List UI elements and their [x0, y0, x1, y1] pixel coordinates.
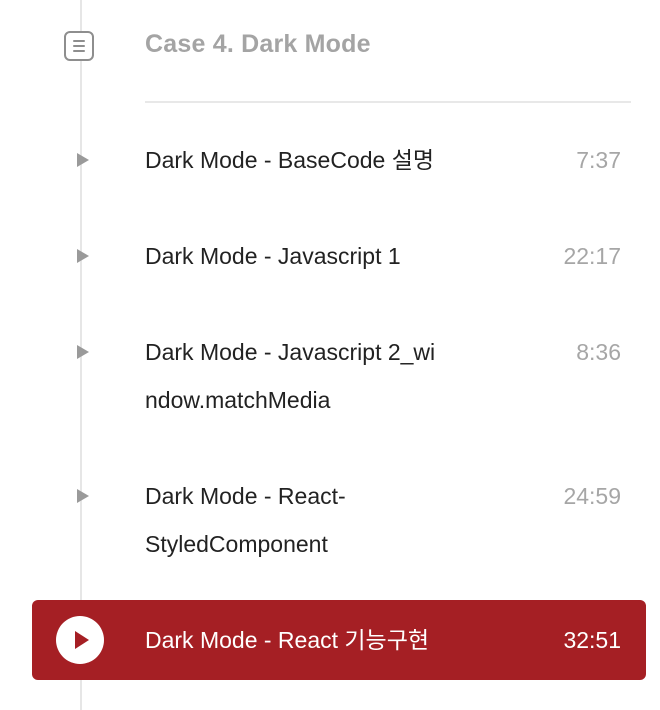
- lesson-item[interactable]: Dark Mode - Javascript 2_window.matchMed…: [0, 328, 660, 424]
- lesson-item[interactable]: Dark Mode - BaseCode 설명 7:37: [0, 136, 660, 184]
- lesson-item[interactable]: Dark Mode - React-StyledComponent 24:59: [0, 472, 660, 568]
- lesson-item[interactable]: Dark Mode - Javascript 1 22:17: [0, 232, 660, 280]
- lesson-title: Dark Mode - React-StyledComponent: [145, 483, 346, 557]
- play-triangle-icon: [77, 249, 89, 263]
- lesson-duration: 8:36: [576, 339, 621, 365]
- lesson-duration: 22:17: [563, 243, 621, 269]
- lesson-duration: 32:51: [563, 627, 621, 653]
- section-header: Case 4. Dark Mode: [0, 0, 660, 104]
- lesson-title: Dark Mode - Javascript 1: [145, 243, 401, 269]
- lesson-title: Dark Mode - BaseCode 설명: [145, 147, 435, 173]
- lesson-title: Dark Mode - React 기능구현: [145, 627, 430, 653]
- play-triangle-icon: [77, 489, 89, 503]
- play-triangle-icon: [77, 153, 89, 167]
- section-divider: [145, 101, 631, 103]
- lesson-item-active[interactable]: Dark Mode - React 기능구현 32:51: [32, 600, 646, 680]
- lesson-duration: 24:59: [563, 483, 621, 509]
- play-circle-icon[interactable]: [56, 616, 104, 664]
- section-title: Case 4. Dark Mode: [145, 30, 371, 58]
- document-list-icon: [64, 31, 94, 61]
- lesson-duration: 7:37: [576, 147, 621, 173]
- play-triangle-icon: [77, 345, 89, 359]
- lesson-title: Dark Mode - Javascript 2_window.matchMed…: [145, 339, 436, 413]
